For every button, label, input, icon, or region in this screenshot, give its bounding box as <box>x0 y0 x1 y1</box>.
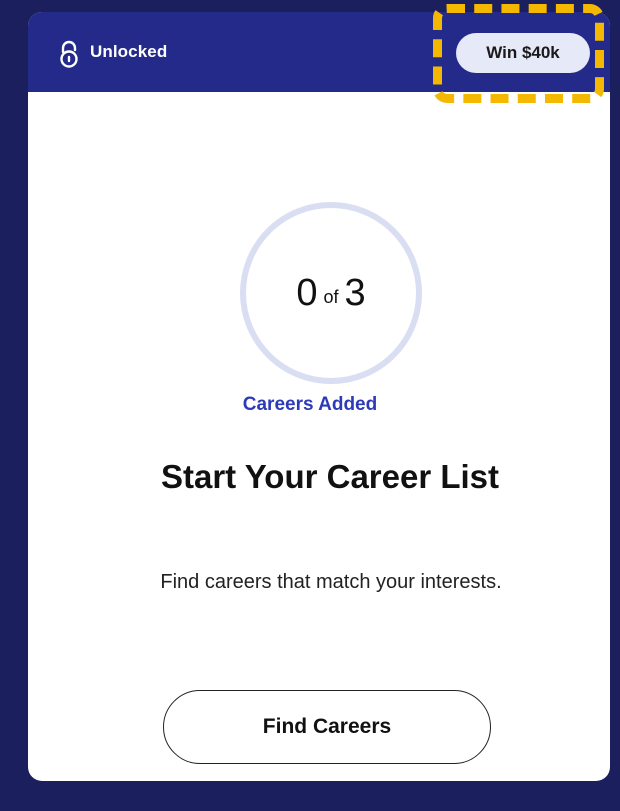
win-prize-button[interactable]: Win $40k <box>456 33 590 73</box>
unlocked-padlock-icon <box>58 40 80 68</box>
progress-of-label: of <box>323 286 339 307</box>
find-careers-button[interactable]: Find Careers <box>163 690 491 764</box>
unlocked-status-label: Unlocked <box>90 42 168 61</box>
progress-current: 0 <box>296 271 318 314</box>
progress-counter: 0 of 3 <box>238 200 424 386</box>
progress-total: 3 <box>344 271 366 314</box>
page-title: Start Your Career List <box>160 458 500 495</box>
page-subtitle: Find careers that match your interests. <box>160 571 502 593</box>
card-header: Unlocked Win $40k <box>28 12 610 92</box>
careers-added-caption: Careers Added <box>242 394 378 415</box>
